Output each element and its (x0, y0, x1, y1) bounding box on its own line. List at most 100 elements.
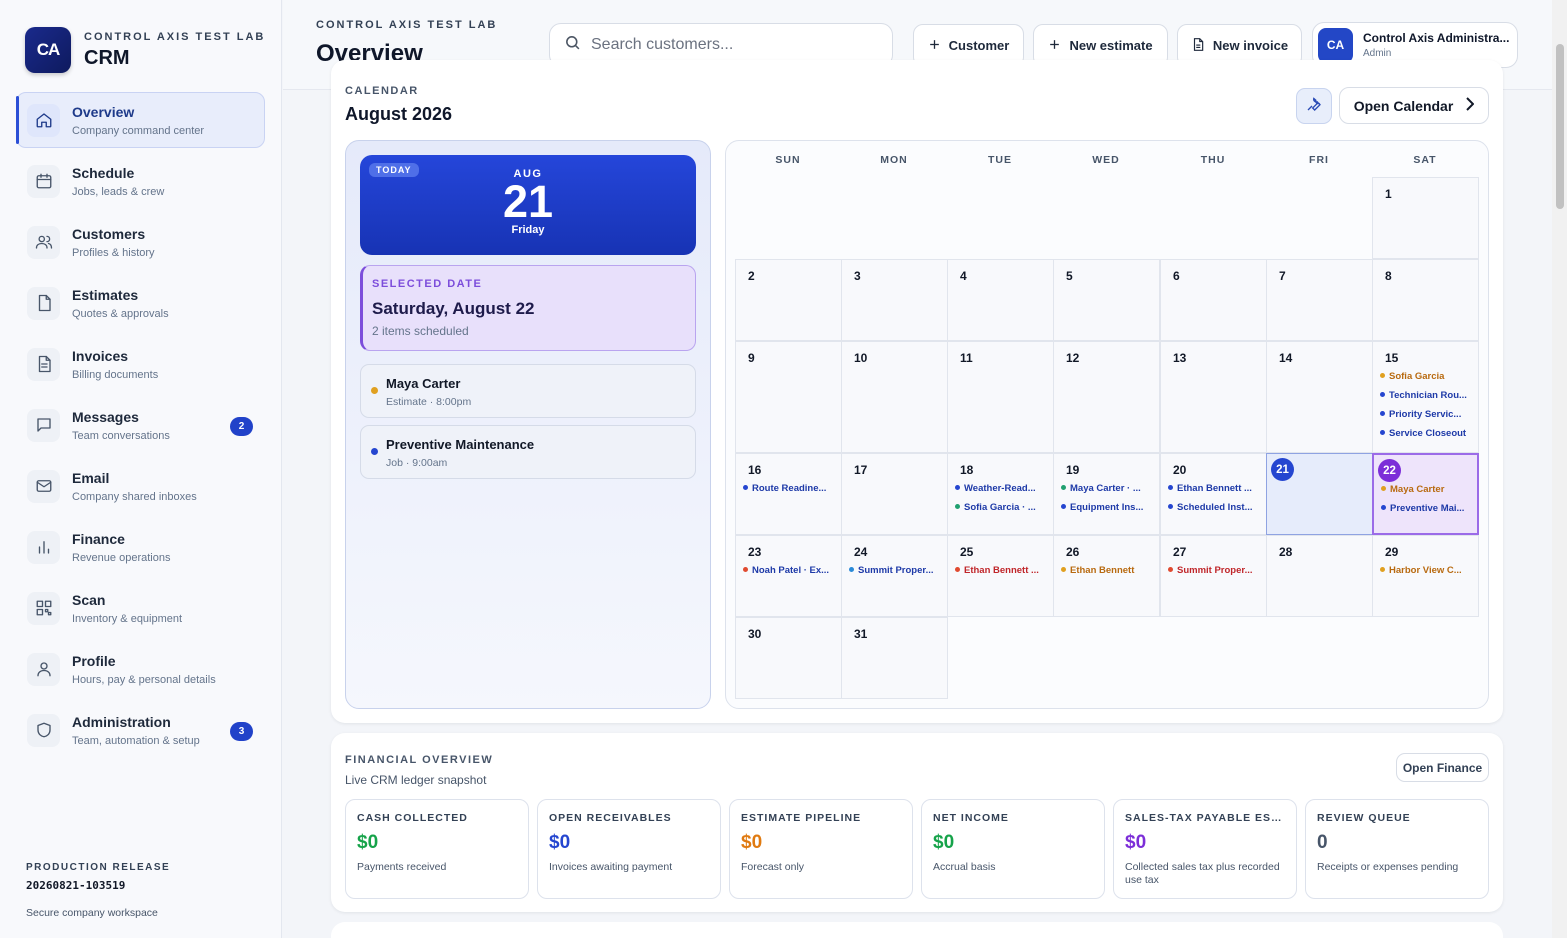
calendar-event[interactable]: Ethan Bennett ... (955, 565, 1049, 576)
calendar-day[interactable]: 15 Sofia Garcia Technician Rou... Priority … (1372, 341, 1479, 453)
sidebar-item-administration[interactable]: Administration Team, automation & setup 3 (16, 702, 265, 758)
calendar-day[interactable]: 30 (735, 617, 842, 699)
calendar-day[interactable]: 29 Harbor View C... (1372, 535, 1479, 617)
calendar-day[interactable]: 21 (1266, 453, 1373, 535)
sidebar-item-description: Company shared inboxes (72, 490, 197, 503)
calendar-day[interactable]: 5 (1053, 259, 1160, 341)
calendar-day[interactable]: 7 (1266, 259, 1373, 341)
open-finance-button[interactable]: Open Finance (1396, 753, 1489, 782)
calendar-event-label: Service Closeout (1389, 428, 1467, 439)
calendar-event[interactable]: Summit Proper... (849, 565, 943, 576)
calendar-day[interactable]: 6 (1160, 259, 1267, 341)
metric-card[interactable]: OPEN RECEIVABLES $0 Invoices awaiting paym… (537, 799, 721, 899)
calendar-event[interactable]: Weather-Read... (955, 483, 1049, 494)
day-number: 15 (1385, 351, 1399, 365)
metric-note: Collected sales tax plus recorded use ta… (1125, 861, 1280, 886)
calendar-day[interactable]: 1 (1372, 177, 1479, 259)
day-number: 27 (1173, 545, 1187, 559)
calendar-event[interactable]: Equipment Ins... (1061, 502, 1155, 513)
calendar-day[interactable]: 11 (947, 341, 1054, 453)
calendar-day[interactable]: 27 Summit Proper... (1160, 535, 1267, 617)
event-title: Maya Carter (386, 376, 461, 391)
calendar-day[interactable]: 2 (735, 259, 842, 341)
calendar-day[interactable]: 19 Maya Carter · ... Equipment Ins... (1053, 453, 1160, 535)
calendar-icon (27, 164, 60, 198)
scrollbar-thumb[interactable] (1556, 44, 1564, 209)
calendar-day[interactable]: 12 (1053, 341, 1160, 453)
event-status-dot (371, 387, 378, 394)
calendar-event[interactable]: Priority Servic... (1380, 409, 1474, 420)
metric-note: Payments received (357, 861, 447, 873)
sidebar-item-description: Revenue operations (72, 551, 171, 564)
open-calendar-button[interactable]: Open Calendar (1339, 87, 1489, 124)
calendar-event[interactable]: Ethan Bennett ... (1168, 483, 1262, 494)
calendar-day[interactable]: 4 (947, 259, 1054, 341)
metric-card[interactable]: SALES-TAX PAYABLE ESTI... $0 Collected sal… (1113, 799, 1297, 899)
calendar-event[interactable]: Sofia Garcia · ... (955, 502, 1049, 513)
calendar-day[interactable]: 20 Ethan Bennett ... Scheduled Inst... (1160, 453, 1267, 535)
calendar-day[interactable]: 17 (841, 453, 948, 535)
calendar-event[interactable]: Summit Proper... (1168, 565, 1262, 576)
calendar-event[interactable]: Service Closeout (1380, 428, 1474, 439)
calendar-event[interactable]: Ethan Bennett (1061, 565, 1155, 576)
selected-event-card[interactable]: Maya Carter Estimate · 8:00pm (360, 364, 696, 418)
calendar-day[interactable]: 26 Ethan Bennett (1053, 535, 1160, 617)
calendar-day[interactable]: 14 (1266, 341, 1373, 453)
event-dot (1381, 486, 1386, 491)
crm-app: CA CONTROL AXIS TEST LAB CRM Overview Com… (0, 0, 1567, 938)
sidebar-item-profile[interactable]: Profile Hours, pay & personal details (16, 641, 265, 697)
calendar-day[interactable]: 8 (1372, 259, 1479, 341)
calendar-day[interactable]: 3 (841, 259, 948, 341)
calendar-eyebrow: CALENDAR (345, 85, 419, 97)
calendar-day[interactable]: 24 Summit Proper... (841, 535, 948, 617)
sidebar-item-email[interactable]: Email Company shared inboxes (16, 458, 265, 514)
metric-card[interactable]: CASH COLLECTED $0 Payments received (345, 799, 529, 899)
sidebar-item-messages[interactable]: Messages Team conversations 2 (16, 397, 265, 453)
calendar-day[interactable]: 10 (841, 341, 948, 453)
event-dot (1061, 485, 1066, 490)
metric-card[interactable]: REVIEW QUEUE 0 Receipts or expenses pendin… (1305, 799, 1489, 899)
today-card[interactable]: TODAY AUG 21 Friday (360, 155, 696, 255)
calendar-event[interactable]: Noah Patel · Ex... (743, 565, 837, 576)
sidebar-item-finance[interactable]: Finance Revenue operations (16, 519, 265, 575)
event-status-dot (371, 448, 378, 455)
sidebar-item-invoices[interactable]: Invoices Billing documents (16, 336, 265, 392)
calendar-event[interactable]: Route Readine... (743, 483, 837, 494)
calendar-event[interactable]: Technician Rou... (1380, 390, 1474, 401)
metric-card[interactable]: NET INCOME $0 Accrual basis (921, 799, 1105, 899)
metric-label: REVIEW QUEUE (1317, 812, 1411, 824)
day-number: 17 (854, 463, 868, 477)
calendar-event[interactable]: Maya Carter · ... (1061, 483, 1155, 494)
calendar-day[interactable]: 28 (1266, 535, 1373, 617)
metric-card[interactable]: ESTIMATE PIPELINE $0 Forecast only (729, 799, 913, 899)
release-info: PRODUCTION RELEASE 20260821-103519 Secur… (26, 862, 170, 919)
sidebar-item-estimates[interactable]: Estimates Quotes & approvals (16, 275, 265, 331)
brand[interactable]: CA CONTROL AXIS TEST LAB CRM (25, 27, 265, 73)
search-input[interactable] (591, 36, 871, 54)
page-scrollbar[interactable] (1552, 0, 1567, 938)
calendar-event[interactable]: Maya Carter (1381, 484, 1475, 495)
metric-label: SALES-TAX PAYABLE ESTI... (1125, 812, 1285, 824)
calendar-day[interactable]: 18 Weather-Read... Sofia Garcia · ... (947, 453, 1054, 535)
calendar-day[interactable]: 31 (841, 617, 948, 699)
calendar-day[interactable]: 16 Route Readine... (735, 453, 842, 535)
sidebar-item-scan[interactable]: Scan Inventory & equipment (16, 580, 265, 636)
sidebar-item-customers[interactable]: Customers Profiles & history (16, 214, 265, 270)
file-icon (27, 286, 60, 320)
calendar-event[interactable]: Sofia Garcia (1380, 371, 1474, 382)
calendar-day[interactable]: 13 (1160, 341, 1267, 453)
calendar-day[interactable]: 23 Noah Patel · Ex... (735, 535, 842, 617)
calendar-day[interactable]: 9 (735, 341, 842, 453)
day-number: 11 (960, 351, 973, 365)
calendar-event[interactable]: Harbor View C... (1380, 565, 1474, 576)
day-number: 24 (854, 545, 868, 559)
calendar-day[interactable]: 22 Maya Carter Preventive Mai... (1372, 453, 1479, 535)
sidebar-item-overview[interactable]: Overview Company command center (16, 92, 265, 148)
calendar-day[interactable]: 25 Ethan Bennett ... (947, 535, 1054, 617)
calendar-event[interactable]: Scheduled Inst... (1168, 502, 1262, 513)
selected-event-card[interactable]: Preventive Maintenance Job · 9:00am (360, 425, 696, 479)
calendar-event[interactable]: Preventive Mai... (1381, 503, 1475, 514)
calendar-settings-button[interactable] (1296, 88, 1332, 124)
sidebar-item-schedule[interactable]: Schedule Jobs, leads & crew (16, 153, 265, 209)
calendar-event-label: Maya Carter · ... (1070, 483, 1141, 494)
